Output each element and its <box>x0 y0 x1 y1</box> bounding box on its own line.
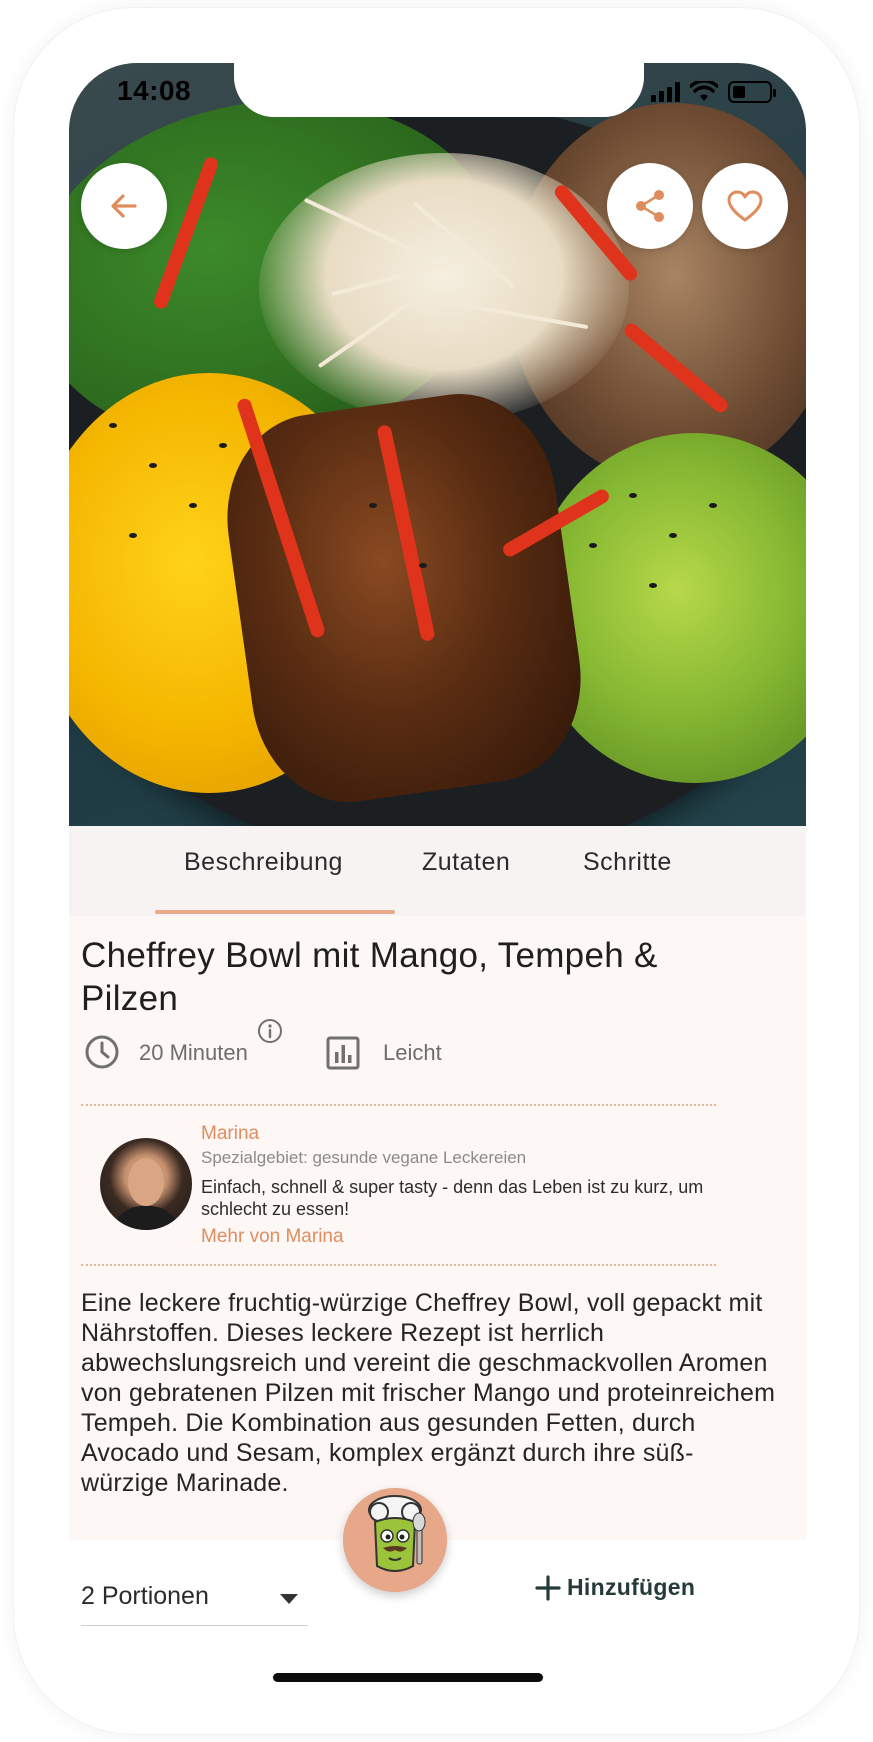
recipe-meta: 20 Minuten Leicht <box>81 1019 781 1080</box>
author-quote: Einfach, schnell & super tasty - denn da… <box>201 1177 704 1219</box>
status-time: 14:08 <box>117 75 192 106</box>
share-button[interactable] <box>607 163 693 249</box>
tempeh-area <box>213 381 595 815</box>
cellular-signal-icon <box>651 82 680 102</box>
info-icon[interactable] <box>257 1018 283 1044</box>
recipe-difficulty: Leicht <box>383 1040 442 1065</box>
sprouts-area <box>259 153 629 423</box>
status-icons <box>651 81 776 103</box>
share-icon <box>636 190 664 222</box>
favorite-button[interactable] <box>702 163 788 249</box>
portion-value: 2 Portionen <box>81 1582 209 1610</box>
heart-icon <box>727 190 763 222</box>
bottom-action-bar: 2 Portionen Hinzufügen <box>69 1488 806 1705</box>
recipe-tabs: Beschreibung Zutaten Schritte <box>69 826 806 916</box>
divider <box>81 1104 716 1106</box>
arrow-left-icon <box>111 194 137 218</box>
recipe-duration: 20 Minuten <box>139 1040 248 1065</box>
chevron-down-icon <box>280 1594 298 1604</box>
add-to-list-button[interactable]: Hinzufügen <box>535 1574 695 1601</box>
status-bar: 14:08 <box>69 63 806 121</box>
active-tab-indicator <box>155 910 395 914</box>
clock-icon <box>85 1035 119 1069</box>
tab-schritte[interactable]: Schritte <box>583 848 672 877</box>
author-avatar[interactable] <box>100 1138 192 1230</box>
chef-mascot-button[interactable] <box>343 1488 447 1592</box>
add-label: Hinzufügen <box>567 1574 696 1600</box>
home-indicator[interactable] <box>273 1673 543 1682</box>
battery-icon <box>728 81 776 103</box>
author-name[interactable]: Marina <box>201 1123 259 1145</box>
tab-zutaten[interactable]: Zutaten <box>422 848 510 877</box>
recipe-description-panel: Cheffrey Bowl mit Mango, Tempeh & Pilzen… <box>69 916 806 1556</box>
device-notch <box>234 63 644 117</box>
more-from-author-link[interactable]: Mehr von Marina <box>201 1226 344 1248</box>
portion-select[interactable]: 2 Portionen <box>81 1576 308 1626</box>
divider <box>81 1264 716 1266</box>
back-button[interactable] <box>81 163 167 249</box>
recipe-hero-image <box>69 63 806 826</box>
battery-level <box>733 86 745 98</box>
chef-broccoli-mascot-icon <box>343 1488 447 1592</box>
wifi-icon <box>690 81 718 101</box>
author-specialty: Spezialgebiet: gesunde vegane Leckereien <box>201 1148 527 1167</box>
bar-chart-icon <box>326 1036 360 1070</box>
recipe-title: Cheffrey Bowl mit Mango, Tempeh & Pilzen <box>81 936 658 1018</box>
app-screen: 14:08 Beschreibung Zutaten Schritte Chef… <box>69 63 806 1705</box>
recipe-description: Eine leckere fruchtig-würzige Cheffrey B… <box>81 1289 776 1497</box>
plus-icon <box>535 1574 561 1601</box>
tab-beschreibung[interactable]: Beschreibung <box>184 848 343 877</box>
